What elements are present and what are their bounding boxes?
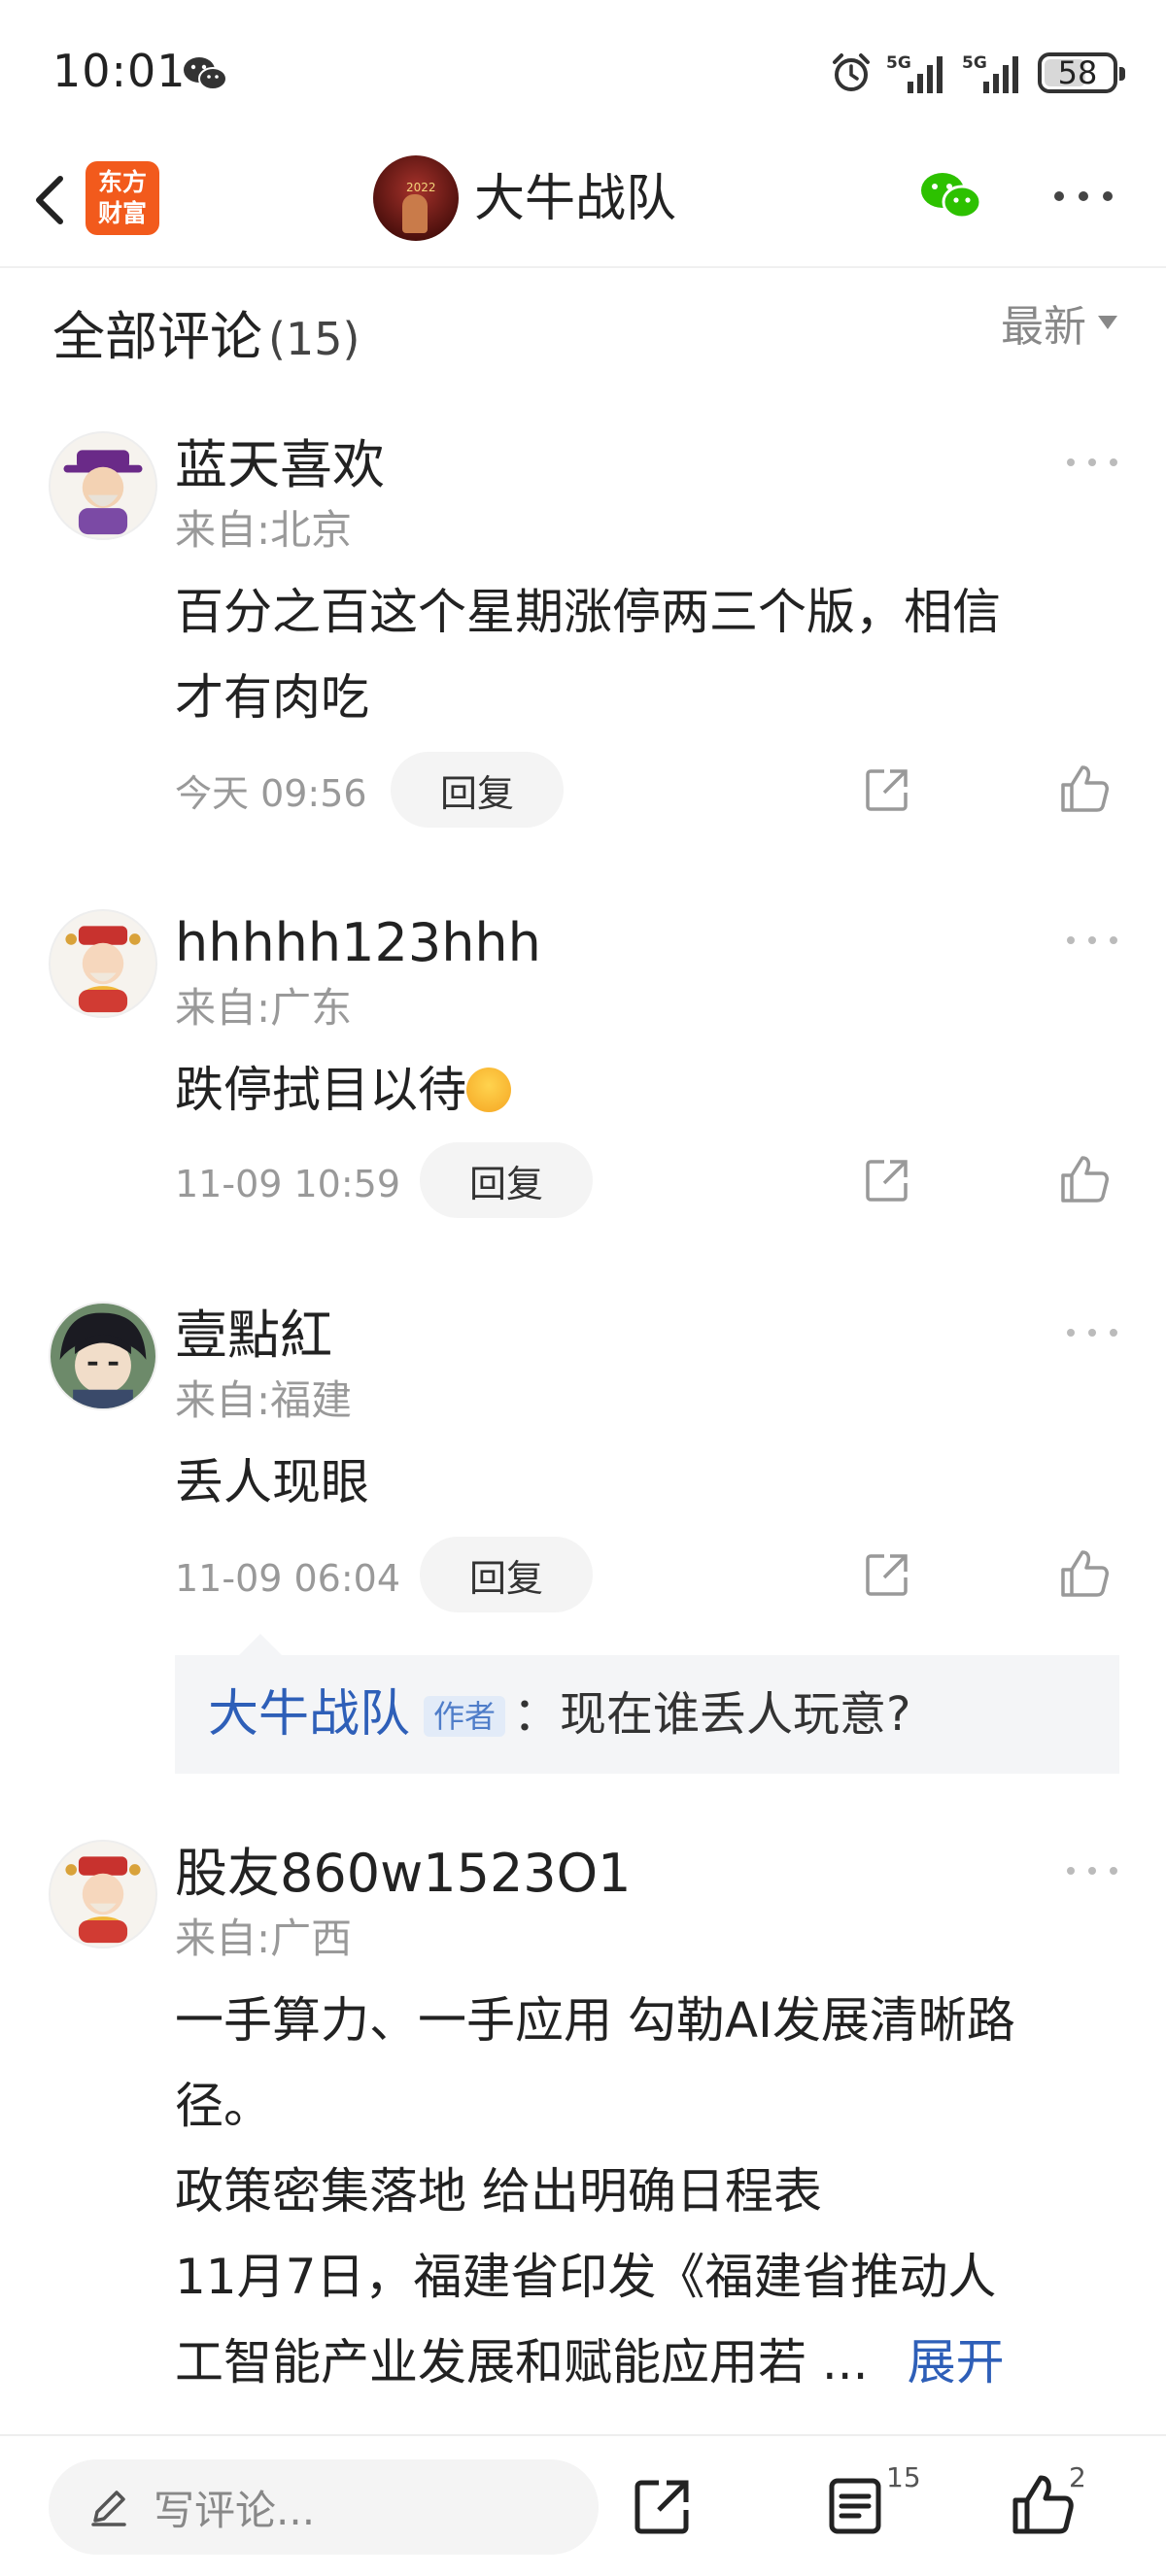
comment-time: 11-09 10:59 bbox=[175, 1163, 401, 1205]
like-count-badge: 2 bbox=[1069, 2461, 1086, 2493]
alarm-icon bbox=[833, 53, 870, 91]
thumbs-up-icon[interactable] bbox=[1059, 1154, 1110, 1204]
avatar-tag: 2022 bbox=[406, 181, 436, 194]
comment-location: 来自:广东 bbox=[175, 984, 353, 1032]
comment-item: hhhhh123hhh 来自:广东 跌停拭目以待 11-09 10:59 回复 bbox=[0, 909, 1166, 1220]
share-icon[interactable] bbox=[863, 765, 911, 814]
bottom-bar: 写评论... 15 2 bbox=[0, 2434, 1166, 2576]
caret-down-icon bbox=[1098, 316, 1117, 329]
status-time: 10:01 bbox=[52, 45, 187, 97]
comment-actions: 11-09 06:04 回复 bbox=[175, 1537, 1127, 1614]
expand-link[interactable]: 展开 bbox=[908, 2334, 1005, 2390]
app-logo-line1: 东方 bbox=[97, 168, 147, 196]
comment-item: 壹點紅 来自:福建 丢人现眼 11-09 06:04 回复 bbox=[0, 1302, 1166, 1612]
wechat-notification-icon bbox=[184, 57, 227, 90]
thumbs-up-icon[interactable] bbox=[1059, 763, 1110, 814]
comment-more-icon[interactable] bbox=[1065, 931, 1119, 950]
comment-body: 跌停拭目以待 bbox=[175, 1047, 1108, 1133]
comment-body: 丢人现眼 bbox=[175, 1440, 1108, 1525]
comment-body-line: 政策密集落地 给出明确日程表 bbox=[175, 2163, 822, 2220]
author-badge: 作者 bbox=[424, 1696, 506, 1737]
comment-username[interactable]: 蓝天喜欢 bbox=[175, 431, 385, 499]
comment-item: 股友860w1523O1 来自:广西 一手算力、一手应用 勾勒AI发展清晰路 径… bbox=[0, 1840, 1166, 2390]
page-title[interactable]: 大牛战队 bbox=[474, 165, 676, 233]
share-icon[interactable] bbox=[863, 1156, 911, 1204]
comment-actions: 11-09 10:59 回复 bbox=[175, 1142, 1127, 1220]
signal-5g-icon-2: 5G bbox=[962, 53, 1018, 93]
comment-body-line: 11月7日，福建省印发《福建省推动人 bbox=[175, 2249, 997, 2305]
comment-actions: 今天 09:56 回复 bbox=[175, 752, 1127, 830]
author-reply-name[interactable]: 大牛战队 bbox=[208, 1684, 410, 1745]
comment-time: 11-09 06:04 bbox=[175, 1557, 401, 1600]
comment-body-line: 跌停拭目以待 bbox=[175, 1062, 466, 1118]
comment-body: 一手算力、一手应用 勾勒AI发展清晰路 径。 政策密集落地 给出明确日程表 11… bbox=[175, 1978, 1108, 2405]
reply-button[interactable]: 回复 bbox=[420, 1142, 593, 1218]
comment-more-icon[interactable] bbox=[1065, 453, 1119, 472]
comments-title-text: 全部评论 bbox=[52, 306, 262, 367]
comment-username[interactable]: 股友860w1523O1 bbox=[175, 1840, 632, 1908]
comment-body: 百分之百这个星期涨停两三个版，相信 才有肉吃 bbox=[175, 569, 1108, 740]
reply-button[interactable]: 回复 bbox=[420, 1537, 593, 1612]
comment-location: 来自:福建 bbox=[175, 1376, 353, 1424]
nav-bar: 东方 财富 2022 大牛战队 bbox=[0, 146, 1166, 268]
group-avatar[interactable]: 2022 bbox=[373, 155, 459, 241]
comments-list-icon[interactable] bbox=[826, 2475, 884, 2537]
avatar[interactable] bbox=[49, 431, 157, 540]
share-icon[interactable] bbox=[863, 1550, 911, 1599]
svg-text:5G: 5G bbox=[962, 53, 987, 73]
app-logo-line2: 财富 bbox=[97, 199, 147, 227]
thumbs-up-icon[interactable] bbox=[1059, 1548, 1110, 1599]
comment-body-line: 才有肉吃 bbox=[175, 669, 369, 726]
comments-count-badge: 15 bbox=[886, 2461, 921, 2493]
back-arrow-icon[interactable] bbox=[23, 165, 78, 235]
comment-body-line: 百分之百这个星期涨停两三个版，相信 bbox=[175, 584, 1001, 640]
comment-item: 蓝天喜欢 来自:北京 百分之百这个星期涨停两三个版，相信 才有肉吃 今天 09:… bbox=[0, 431, 1166, 839]
sort-label: 最新 bbox=[1001, 302, 1086, 352]
app-logo[interactable]: 东方 财富 bbox=[86, 161, 159, 235]
share-icon[interactable] bbox=[632, 2475, 694, 2537]
author-reply[interactable]: 大牛战队 作者 ：现在谁丢人玩意? bbox=[175, 1634, 1119, 1774]
reply-button[interactable]: 回复 bbox=[391, 752, 564, 828]
comments-header: 全部评论 (15) 最新 bbox=[0, 268, 1166, 385]
signal-5g-icon: 5G bbox=[886, 53, 943, 93]
comment-body-line: 一手算力、一手应用 勾勒AI发展清晰路 bbox=[175, 1992, 1015, 2049]
comment-body-line: 径。 bbox=[175, 2078, 272, 2134]
comment-username[interactable]: hhhhh123hhh bbox=[175, 909, 541, 977]
thumbs-up-icon[interactable] bbox=[1011, 2473, 1075, 2537]
comment-time: 今天 09:56 bbox=[175, 772, 367, 815]
comment-body-line: 工智能产业发展和赋能应用若 ... 展开 bbox=[175, 2320, 1108, 2405]
comment-input[interactable]: 写评论... bbox=[49, 2459, 599, 2555]
sort-dropdown[interactable]: 最新 bbox=[1001, 291, 1117, 354]
comments-title: 全部评论 (15) bbox=[52, 293, 360, 370]
battery-indicator: 58 bbox=[1038, 52, 1125, 93]
comment-body-truncated: 工智能产业发展和赋能应用若 ... bbox=[175, 2334, 869, 2390]
more-options-icon[interactable] bbox=[1051, 185, 1115, 208]
comment-more-icon[interactable] bbox=[1065, 1323, 1119, 1342]
sweat-smile-emoji-icon bbox=[466, 1068, 511, 1112]
comment-location: 来自:广西 bbox=[175, 1915, 353, 1962]
svg-text:5G: 5G bbox=[886, 53, 911, 73]
comment-username[interactable]: 壹點紅 bbox=[175, 1302, 332, 1370]
avatar[interactable] bbox=[49, 1840, 157, 1949]
comment-more-icon[interactable] bbox=[1065, 1861, 1119, 1881]
status-bar: 10:01 5G 5G 58 bbox=[0, 0, 1166, 146]
avatar[interactable] bbox=[49, 1302, 157, 1410]
pencil-icon bbox=[91, 2491, 126, 2526]
comment-input-placeholder: 写评论... bbox=[154, 2486, 316, 2534]
comment-location: 来自:北京 bbox=[175, 506, 353, 554]
avatar[interactable] bbox=[49, 909, 157, 1018]
comments-count: (15) bbox=[268, 313, 360, 365]
author-reply-text: ：现在谁丢人玩意? bbox=[513, 1687, 911, 1742]
comment-body-line: 丢人现眼 bbox=[175, 1454, 369, 1510]
wechat-share-icon[interactable] bbox=[917, 167, 987, 225]
